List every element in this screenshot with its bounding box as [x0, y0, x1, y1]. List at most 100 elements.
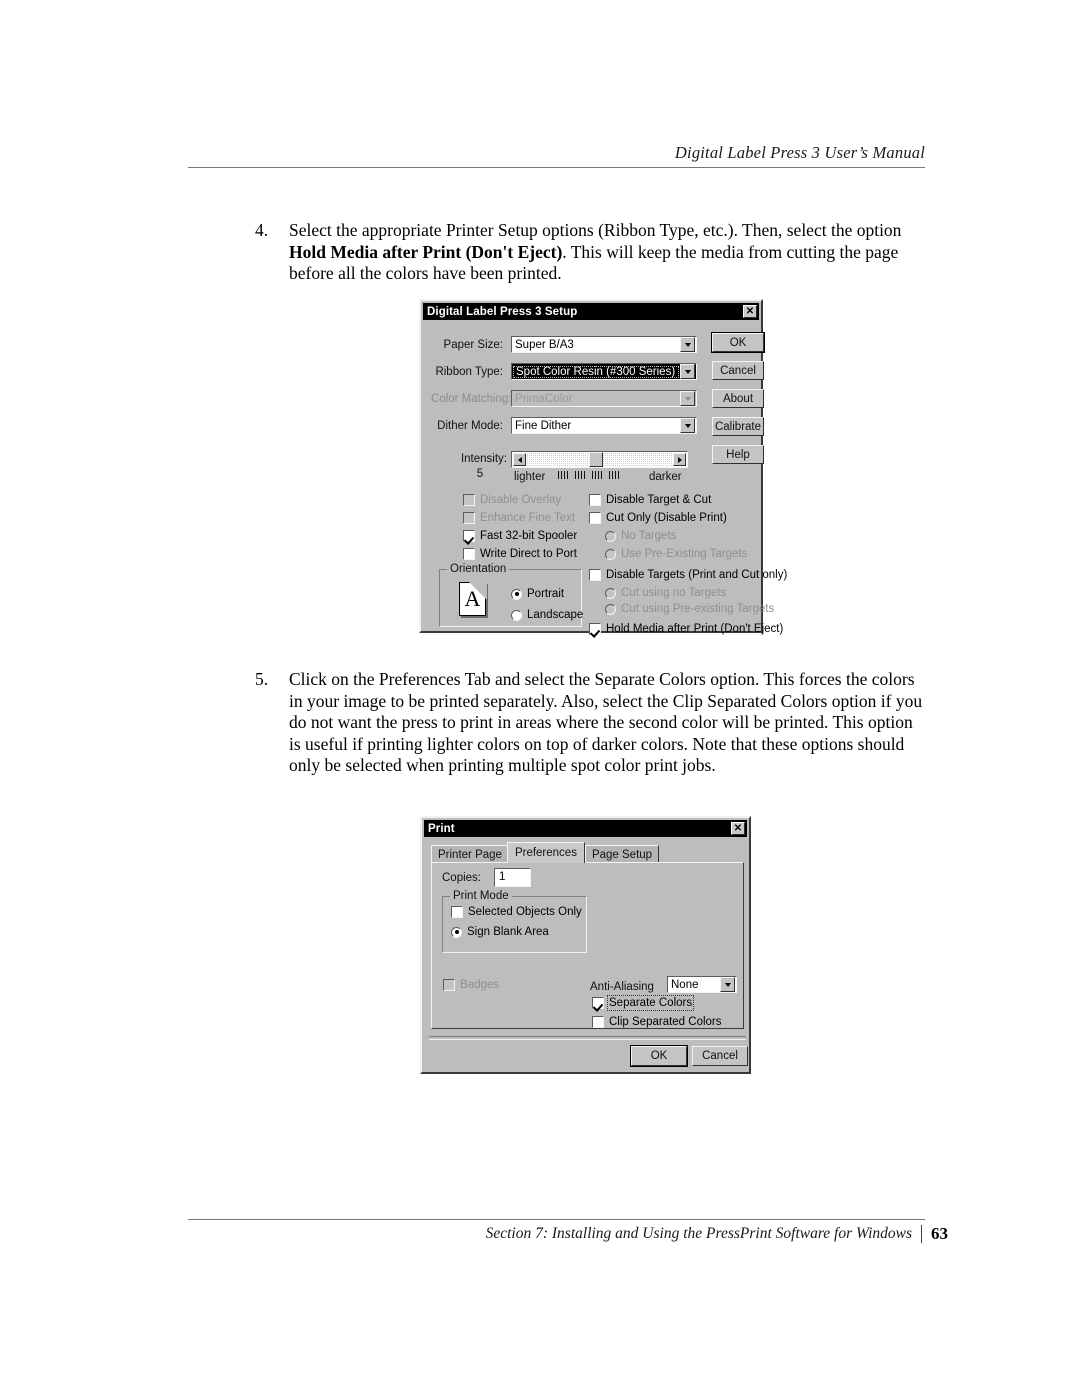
page-icon-glyph: A [464, 586, 481, 611]
chevron-down-icon[interactable] [720, 977, 735, 992]
selected-objects-only-label: Selected Objects Only [468, 906, 582, 918]
cut-using-no-targets-label: Cut using no Targets [621, 587, 727, 599]
hold-media-after-print-label: Hold Media after Print (Don't Eject) [606, 623, 784, 635]
page-header-title: Digital Label Press 3 User’s Manual [674, 143, 925, 162]
cancel-button[interactable]: Cancel [712, 361, 764, 380]
dither-mode-combo[interactable]: Fine Dither [511, 417, 697, 434]
print-dialog-tabstrip[interactable]: Printer Page Preferences Page Setup [431, 842, 660, 863]
use-pre-existing-targets-radio: Use Pre-Existing Targets [605, 548, 747, 560]
clip-separated-colors-checkbox[interactable]: Clip Separated Colors [592, 1016, 722, 1028]
disable-target-cut-checkbox[interactable]: Disable Target & Cut [589, 494, 711, 506]
use-pre-existing-targets-label: Use Pre-Existing Targets [621, 548, 748, 560]
tab-page-setup[interactable]: Page Setup [584, 845, 660, 863]
close-icon[interactable]: ✕ [731, 822, 745, 835]
print-dialog-titlebar[interactable]: Print ✕ [424, 820, 747, 837]
print-cancel-button[interactable]: Cancel [692, 1046, 748, 1066]
intensity-tickmarks [558, 471, 619, 479]
radio-icon [605, 587, 616, 599]
cut-only-checkbox[interactable]: Cut Only (Disable Print) [589, 512, 727, 524]
print-dialog-title: Print [428, 822, 455, 835]
orientation-group-title: Orientation [447, 563, 510, 575]
slider-left-arrow-icon[interactable] [513, 453, 526, 466]
disable-overlay-label: Disable Overlay [480, 494, 562, 506]
about-button[interactable]: About [712, 389, 764, 408]
write-direct-to-port-checkbox[interactable]: Write Direct to Port [463, 548, 577, 560]
close-icon[interactable]: ✕ [743, 305, 757, 318]
cut-only-label: Cut Only (Disable Print) [606, 512, 727, 524]
checkbox-icon[interactable] [451, 906, 463, 918]
radio-checked-icon[interactable] [511, 588, 522, 600]
radio-checked-icon[interactable] [451, 926, 462, 938]
portrait-radio-label: Portrait [527, 588, 565, 600]
step-4: 4. Select the appropriate Printer Setup … [255, 220, 935, 285]
chevron-down-icon[interactable] [680, 337, 695, 352]
print-ok-button[interactable]: OK [631, 1046, 687, 1066]
fast-32bit-spooler-label: Fast 32-bit Spooler [480, 530, 578, 542]
tab-preferences[interactable]: Preferences [506, 842, 585, 863]
dialog-separator [429, 1036, 746, 1040]
chevron-down-icon[interactable] [680, 364, 695, 379]
cut-using-pre-existing-targets-radio: Cut using Pre-existing Targets [605, 603, 774, 615]
ok-button-label: OK [729, 336, 747, 349]
print-mode-group-title: Print Mode [450, 890, 512, 902]
fast-32bit-spooler-checkbox[interactable]: Fast 32-bit Spooler [463, 530, 577, 542]
help-button-label: Help [726, 448, 750, 461]
copies-input[interactable]: 1 [494, 868, 531, 887]
page-orientation-icon: A [459, 581, 487, 616]
help-button[interactable]: Help [712, 445, 764, 464]
checkbox-checked-icon[interactable] [592, 997, 604, 1009]
page-number: 63 [921, 1225, 948, 1243]
calibrate-button[interactable]: Calibrate [712, 417, 764, 436]
header-divider [188, 167, 925, 168]
no-targets-radio: No Targets [605, 530, 676, 542]
checkbox-icon[interactable] [589, 512, 601, 524]
landscape-radio[interactable]: Landscape [511, 609, 583, 621]
tab-page-setup-label: Page Setup [591, 848, 653, 861]
ok-button[interactable]: OK [712, 333, 764, 352]
step-4-text: Select the appropriate Printer Setup opt… [289, 220, 935, 285]
chevron-down-icon[interactable] [680, 418, 695, 433]
tab-printer-page[interactable]: Printer Page [431, 845, 509, 863]
separate-colors-checkbox[interactable]: Separate Colors [592, 995, 695, 1011]
intensity-label: Intensity: [460, 453, 507, 465]
sign-blank-area-radio[interactable]: Sign Blank Area [451, 926, 549, 938]
calibrate-button-label: Calibrate [714, 420, 762, 433]
print-dialog[interactable]: Print ✕ Printer Page Preferences Page Se… [420, 816, 751, 1074]
chevron-down-icon [680, 391, 695, 406]
intensity-slider-thumb[interactable] [589, 452, 603, 467]
disable-targets-checkbox[interactable]: Disable Targets (Print and Cut only) [589, 569, 787, 581]
checkbox-checked-icon[interactable] [589, 623, 601, 635]
checkbox-icon [443, 979, 455, 991]
step-5: 5. Click on the Preferences Tab and sele… [255, 669, 925, 777]
digital-label-press-setup-dialog[interactable]: Digital Label Press 3 Setup ✕ Paper Size… [419, 299, 787, 635]
dither-mode-row: Dither Mode: Fine Dither [431, 417, 701, 434]
badges-label: Badges [460, 979, 500, 991]
cut-using-no-targets-radio: Cut using no Targets [605, 587, 726, 599]
checkbox-checked-icon[interactable] [463, 530, 475, 542]
dither-mode-label: Dither Mode: [437, 419, 503, 432]
selected-objects-only-checkbox[interactable]: Selected Objects Only [451, 906, 582, 918]
tab-printer-page-label: Printer Page [438, 848, 502, 861]
slider-right-arrow-icon[interactable] [673, 453, 686, 466]
checkbox-icon[interactable] [589, 569, 601, 581]
ribbon-type-label: Ribbon Type: [435, 365, 503, 378]
radio-icon[interactable] [511, 609, 522, 621]
footer-section-text: Section 7: Installing and Using the Pres… [485, 1225, 912, 1242]
tab-preferences-label: Preferences [514, 847, 577, 859]
portrait-radio[interactable]: Portrait [511, 588, 564, 600]
setup-dialog-titlebar[interactable]: Digital Label Press 3 Setup ✕ [423, 303, 759, 320]
paper-size-combo[interactable]: Super B/A3 [511, 336, 697, 353]
hold-media-after-print-checkbox[interactable]: Hold Media after Print (Don't Eject) [589, 623, 783, 635]
color-matching-value: PrimaColor [515, 392, 573, 405]
checkbox-icon[interactable] [463, 548, 475, 560]
enhance-fine-text-checkbox: Enhance Fine Text [463, 512, 575, 524]
page-footer: Section 7: Installing and Using the Pres… [188, 1219, 948, 1243]
color-matching-row: Color Matching: PrimaColor [431, 390, 701, 407]
checkbox-icon[interactable] [592, 1016, 604, 1028]
color-matching-label: Color Matching: [431, 392, 512, 405]
ribbon-type-combo[interactable]: Spot Color Resin (#300 Series) [511, 363, 697, 380]
step-4-text-bold: Hold Media after Print (Don't Eject) [289, 241, 563, 262]
checkbox-icon[interactable] [589, 494, 601, 506]
anti-aliasing-combo[interactable]: None [667, 976, 737, 993]
step-4-text-before: Select the appropriate Printer Setup opt… [289, 220, 902, 240]
